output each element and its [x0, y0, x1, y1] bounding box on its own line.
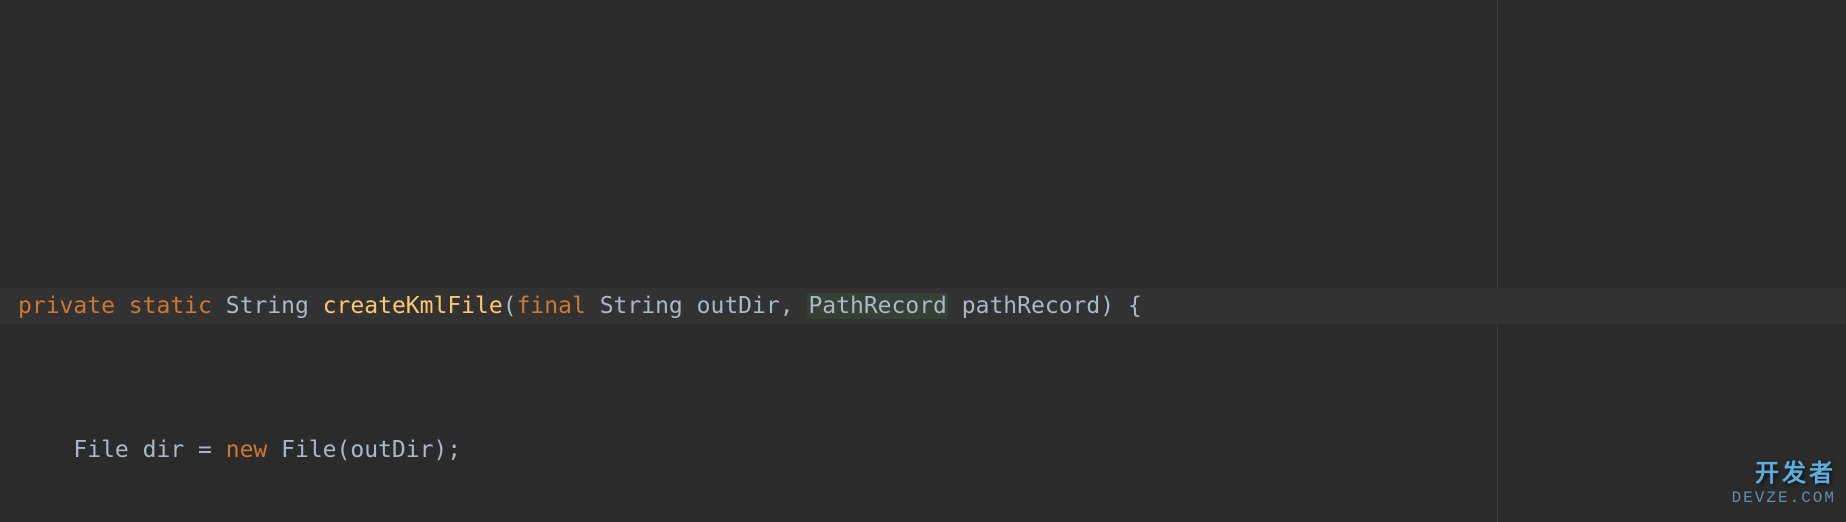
param-pathrecord: pathRecord: [948, 293, 1100, 319]
code-line[interactable]: [0, 144, 1846, 180]
comma: ,: [780, 293, 808, 319]
type-string: String: [600, 293, 683, 319]
ctor-call: File(outDir);: [267, 437, 461, 463]
keyword-new: new: [226, 437, 268, 463]
type-file: File: [73, 437, 128, 463]
code-editor[interactable]: private static String createKmlFile(fina…: [0, 0, 1846, 522]
paren-open: (: [503, 293, 517, 319]
code-line[interactable]: private static String createKmlFile(fina…: [0, 288, 1846, 324]
method-name: createKmlFile: [323, 293, 503, 319]
keyword-static: static: [129, 293, 212, 319]
keyword-private: private: [18, 293, 115, 319]
assign: dir =: [129, 437, 226, 463]
type-string: String: [226, 293, 309, 319]
indent: [18, 437, 73, 463]
code-line[interactable]: File dir = new File(outDir);: [0, 432, 1846, 468]
paren-close: ) {: [1100, 293, 1142, 319]
type-pathrecord-highlighted: PathRecord: [807, 293, 947, 319]
param-outdir: outDir: [697, 293, 780, 319]
watermark-sub: DEVZE.COM: [1732, 480, 1836, 516]
keyword-final: final: [517, 293, 586, 319]
